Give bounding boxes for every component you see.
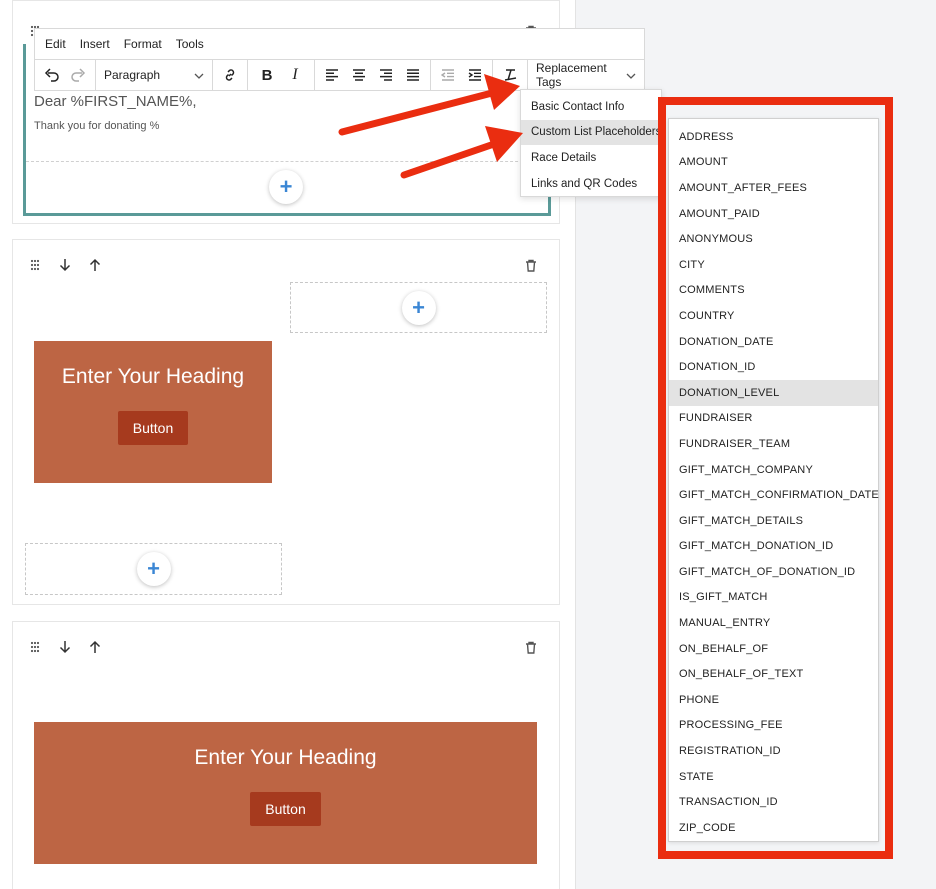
builder-canvas: Dear %FIRST_NAME%, Thank you for donatin… [0, 0, 645, 889]
chevron-down-icon [194, 68, 204, 82]
align-group [315, 60, 431, 90]
outdent-icon[interactable] [437, 64, 459, 86]
editor-divider [26, 161, 548, 162]
menu-item-race-details[interactable]: Race Details [521, 145, 661, 171]
placeholder-item[interactable]: STATE [669, 764, 878, 790]
placeholder-item[interactable]: DONATION_ID [669, 354, 878, 380]
replacement-tags-select[interactable]: Replacement Tags [528, 60, 644, 90]
menu-edit[interactable]: Edit [45, 37, 66, 51]
clear-format-group [493, 60, 528, 90]
drag-handle-icon[interactable] [27, 257, 43, 273]
placeholder-item[interactable]: AMOUNT_PAID [669, 201, 878, 227]
menu-item-basic-contact-info[interactable]: Basic Contact Info [521, 94, 661, 120]
menu-tools[interactable]: Tools [176, 37, 204, 51]
placeholder-item[interactable]: REGISTRATION_ID [669, 738, 878, 764]
editor-greeting: Dear %FIRST_NAME%, [34, 93, 197, 110]
placeholder-item[interactable]: PROCESSING_FEE [669, 713, 878, 739]
hero-section[interactable]: Enter Your Heading Button [34, 722, 537, 864]
editor-menubar: Edit Insert Format Tools [34, 28, 645, 59]
add-block-button[interactable]: + [136, 552, 171, 586]
align-left-icon[interactable] [321, 64, 343, 86]
placeholder-item[interactable]: GIFT_MATCH_CONFIRMATION_DATE [669, 482, 879, 508]
placeholder-item[interactable]: TRANSACTION_ID [669, 789, 878, 815]
add-block-button[interactable]: + [269, 170, 303, 204]
placeholder-item[interactable]: CITY [669, 252, 878, 278]
hero-button[interactable]: Button [250, 792, 321, 826]
menu-item-custom-list-placeholders[interactable]: Custom List Placeholders [521, 119, 661, 146]
menu-format[interactable]: Format [124, 37, 162, 51]
hero-heading[interactable]: Enter Your Heading [194, 746, 376, 770]
trash-icon[interactable] [523, 257, 539, 273]
placeholder-item[interactable]: DONATION_DATE [669, 329, 878, 355]
link-icon[interactable] [219, 64, 241, 86]
menu-item-links-and-qr-codes[interactable]: Links and QR Codes [521, 171, 661, 197]
block-format-group: Paragraph [96, 60, 213, 90]
link-group [213, 60, 248, 90]
editor-toolbar: Paragraph B I Replacement Tags [34, 59, 645, 91]
align-right-icon[interactable] [375, 64, 397, 86]
menu-insert[interactable]: Insert [80, 37, 110, 51]
hero-button[interactable]: Button [117, 411, 189, 445]
placeholder-item[interactable]: GIFT_MATCH_COMPANY [669, 457, 878, 483]
placeholder-item[interactable]: ON_BEHALF_OF_TEXT [669, 661, 878, 687]
placeholder-item[interactable]: COUNTRY [669, 303, 878, 329]
placeholder-item[interactable]: IS_GIFT_MATCH [669, 585, 878, 611]
editor-content[interactable]: Dear %FIRST_NAME%, Thank you for donatin… [34, 91, 534, 132]
paragraph-label: Paragraph [104, 68, 161, 82]
placeholder-item[interactable]: MANUAL_ENTRY [669, 610, 878, 636]
bold-icon[interactable]: B [256, 64, 278, 86]
hero-section[interactable]: Enter Your Heading Button [34, 341, 272, 483]
block-toolbar [27, 255, 103, 275]
placeholder-item[interactable]: AMOUNT [669, 150, 878, 176]
chevron-down-icon [626, 68, 636, 82]
indent-group [431, 60, 493, 90]
block-toolbar [27, 637, 103, 657]
italic-icon[interactable]: I [284, 64, 306, 86]
placeholder-item[interactable]: DONATION_LEVEL [669, 379, 878, 406]
replacement-tags-label: Replacement Tags [536, 61, 607, 89]
placeholder-item[interactable]: GIFT_MATCH_DETAILS [669, 508, 878, 534]
align-center-icon[interactable] [348, 64, 370, 86]
placeholder-item[interactable]: ZIP_CODE [669, 815, 878, 841]
placeholder-item[interactable]: FUNDRAISER_TEAM [669, 431, 878, 457]
drop-zone[interactable]: + [25, 543, 282, 595]
trash-icon[interactable] [523, 639, 539, 655]
placeholder-item[interactable]: GIFT_MATCH_DONATION_ID [669, 534, 878, 560]
hero-heading[interactable]: Enter Your Heading [62, 365, 244, 389]
redo-icon[interactable] [67, 64, 89, 86]
move-up-icon[interactable] [87, 639, 103, 655]
drag-handle-icon[interactable] [27, 639, 43, 655]
drop-zone[interactable]: + [290, 282, 547, 333]
placeholder-item[interactable]: ANONYMOUS [669, 226, 878, 252]
move-up-icon[interactable] [87, 257, 103, 273]
placeholder-item[interactable]: AMOUNT_AFTER_FEES [669, 175, 878, 201]
replacement-tags-menu: Basic Contact Info Custom List Placehold… [520, 89, 662, 197]
placeholder-item[interactable]: FUNDRAISER [669, 406, 878, 432]
add-block-button[interactable]: + [401, 290, 436, 325]
editor-body-text: Thank you for donating % [34, 120, 160, 132]
align-justify-icon[interactable] [402, 64, 424, 86]
inline-format-group: B I [248, 60, 315, 90]
paragraph-select[interactable]: Paragraph [104, 68, 204, 82]
indent-icon[interactable] [464, 64, 486, 86]
move-down-icon[interactable] [57, 639, 73, 655]
placeholder-item[interactable]: ON_BEHALF_OF [669, 636, 878, 662]
placeholder-item[interactable]: ADDRESS [669, 124, 878, 150]
undo-icon[interactable] [41, 64, 63, 86]
placeholder-item[interactable]: PHONE [669, 687, 878, 713]
placeholder-item[interactable]: GIFT_MATCH_OF_DONATION_ID [669, 559, 878, 585]
clear-formatting-icon[interactable] [499, 64, 521, 86]
move-down-icon[interactable] [57, 257, 73, 273]
placeholder-submenu: ADDRESS AMOUNT AMOUNT_AFTER_FEES AMOUNT_PAI… [668, 118, 879, 842]
history-group [35, 60, 96, 90]
placeholder-item[interactable]: COMMENTS [669, 278, 878, 304]
